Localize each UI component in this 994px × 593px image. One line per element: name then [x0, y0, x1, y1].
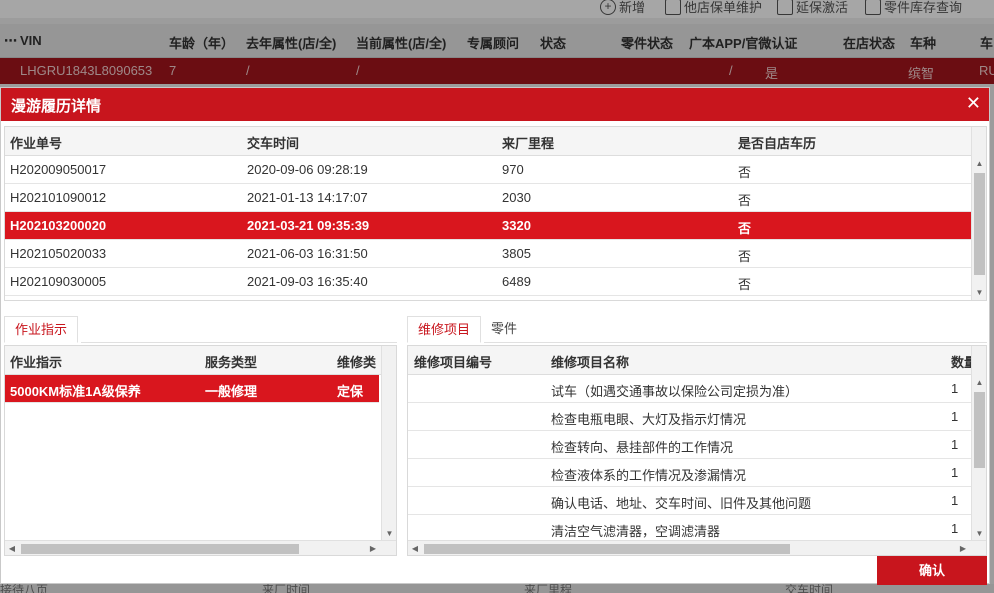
vertical-scrollbar[interactable]: ▼ [381, 346, 396, 541]
table-row[interactable]: 检查转向、悬挂部件的工作情况 1 [408, 431, 986, 459]
vertical-scrollbar[interactable]: ▲ ▼ [971, 127, 986, 300]
scroll-left-icon[interactable]: ◀ [5, 541, 19, 555]
table-row[interactable]: H202105020033 2021-06-03 16:31:50 3805 否 [5, 240, 986, 268]
scroll-right-icon[interactable]: ▶ [366, 541, 380, 555]
scrollbar-thumb[interactable] [974, 173, 985, 275]
scroll-down-icon[interactable]: ▼ [972, 527, 986, 541]
table-row[interactable]: 确认电话、地址、交车时间、旧件及其他问题 1 [408, 487, 986, 515]
table-row-selected[interactable]: 5000KM标准1A级保养 一般修理 定保 [5, 375, 379, 403]
table-row[interactable]: H202101090012 2021-01-13 14:17:07 2030 否 [5, 184, 986, 212]
history-table: 作业单号 交车时间 来厂里程 是否自店车历 H202009050017 2020… [4, 126, 987, 301]
scroll-down-icon[interactable]: ▼ [382, 527, 396, 541]
column-header: 维修项目名称 [551, 355, 630, 370]
scroll-up-icon[interactable]: ▲ [972, 157, 986, 171]
scroll-down-icon[interactable]: ▼ [972, 286, 986, 300]
column-header: 来厂里程 [502, 136, 555, 151]
table-row[interactable]: H202109030005 2021-09-03 16:35:40 6489 否 [5, 268, 986, 296]
tab-parts[interactable]: 零件 [481, 316, 527, 343]
column-header: 维修类 [337, 355, 377, 370]
column-header: 交车时间 [247, 136, 300, 151]
tab-repair-items[interactable]: 维修项目 [407, 316, 482, 343]
tab-divider [484, 342, 987, 343]
tab-work-instructions[interactable]: 作业指示 [4, 316, 79, 343]
column-header: 是否自店车历 [738, 136, 817, 151]
scrollbar-thumb[interactable] [974, 392, 985, 468]
table-row[interactable]: 试车（如遇交通事故以保险公司定损为准） 1 [408, 375, 986, 403]
history-table-header: 作业单号 交车时间 来厂里程 是否自店车历 [5, 127, 986, 156]
table-row[interactable]: H202009050017 2020-09-06 09:28:19 970 否 [5, 156, 986, 184]
column-header: 维修项目编号 [414, 355, 493, 370]
table-row[interactable]: 检查电瓶电眼、大灯及指示灯情况 1 [408, 403, 986, 431]
scroll-left-icon[interactable]: ◀ [408, 541, 422, 555]
repair-items-table: 维修项目编号 维修项目名称 数量 试车（如遇交通事故以保险公司定损为准） 1 检… [407, 345, 987, 556]
left-tab-bar: 作业指示 [4, 316, 79, 343]
column-header: 作业单号 [10, 136, 63, 151]
dialog-header: 漫游履历详情 ✕ [1, 88, 989, 121]
table-row[interactable]: 检查液体系的工作情况及渗漏情况 1 [408, 459, 986, 487]
right-tab-bar: 维修项目 零件 [407, 316, 527, 343]
horizontal-scrollbar[interactable]: ◀ ▶ [408, 540, 986, 555]
table-row[interactable]: 清洁空气滤清器，空调滤清器 1 [408, 515, 986, 543]
instruction-table-header: 作业指示 服务类型 维修类 [5, 346, 396, 375]
column-header: 服务类型 [205, 355, 258, 370]
horizontal-scrollbar[interactable]: ◀ ▶ [5, 540, 396, 555]
confirm-button[interactable]: 确认 [877, 556, 987, 585]
column-header: 作业指示 [10, 355, 63, 370]
close-icon[interactable]: ✕ [966, 93, 981, 114]
roaming-history-dialog: 漫游履历详情 ✕ 作业单号 交车时间 来厂里程 是否自店车历 H20200905… [0, 87, 990, 585]
work-instruction-table: 作业指示 服务类型 维修类 5000KM标准1A级保养 一般修理 定保 ▼ ◀ … [4, 345, 397, 556]
table-row-selected[interactable]: H202103200020 2021-03-21 09:35:39 3320 否 [5, 212, 986, 240]
scrollbar-thumb[interactable] [424, 544, 790, 554]
scroll-up-icon[interactable]: ▲ [972, 376, 986, 390]
scroll-right-icon[interactable]: ▶ [956, 541, 970, 555]
scrollbar-thumb[interactable] [21, 544, 299, 554]
vertical-scrollbar[interactable]: ▲ ▼ [971, 346, 986, 541]
repair-table-header: 维修项目编号 维修项目名称 数量 [408, 346, 986, 375]
tab-divider [81, 342, 397, 343]
dialog-title: 漫游履历详情 [11, 98, 102, 115]
